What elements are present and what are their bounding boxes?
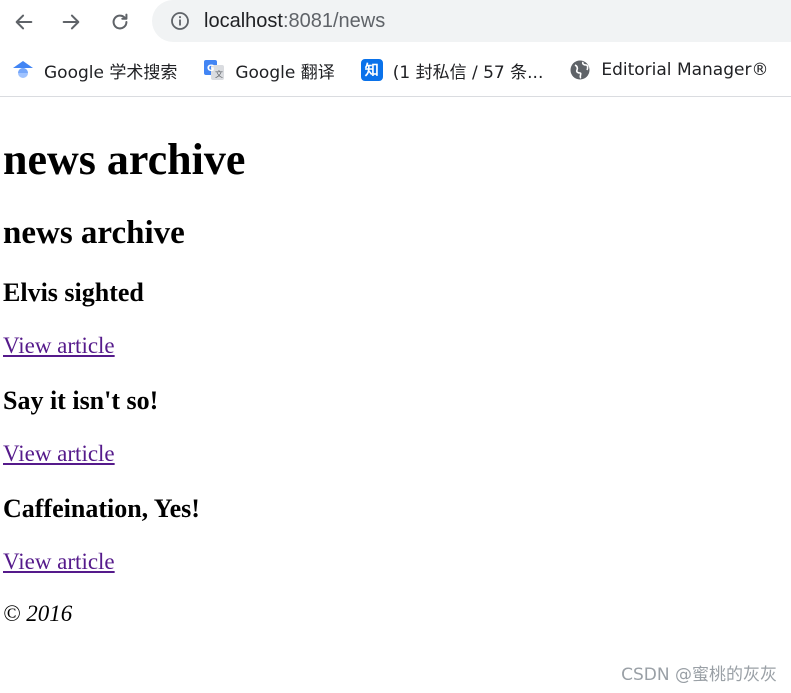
zhihu-badge: 知 — [360, 59, 383, 81]
url-host: localhost — [204, 9, 283, 32]
google-scholar-icon — [12, 59, 34, 81]
info-icon[interactable] — [170, 11, 190, 31]
url-path: :8081/news — [282, 9, 386, 32]
bookmark-google-scholar[interactable]: Google 学术搜索 — [12, 58, 177, 83]
bookmark-google-translate[interactable]: G 文 Google 翻译 — [203, 58, 335, 83]
google-translate-icon: G 文 — [203, 59, 225, 81]
view-article-link[interactable]: View article — [3, 547, 788, 577]
bookmark-zhihu[interactable]: 知 (1 封私信 / 57 条... — [360, 58, 544, 83]
arrow-left-icon — [15, 14, 33, 30]
svg-text:文: 文 — [215, 69, 223, 79]
bookmark-label: Google 学术搜索 — [44, 62, 178, 83]
arrow-right-icon — [62, 14, 80, 30]
browser-toolbar: localhost:8081/news — [0, 0, 791, 44]
page-content: news archive news archive Elvis sighted … — [0, 135, 791, 629]
watermark: CSDN @蜜桃的灰灰 — [621, 665, 777, 685]
back-button[interactable] — [10, 8, 38, 36]
bookmark-label: Editorial Manager® — [601, 60, 769, 80]
address-bar[interactable]: localhost:8081/news — [152, 0, 791, 42]
svg-text:G: G — [207, 64, 214, 74]
forward-button[interactable] — [57, 8, 85, 36]
bookmark-label: (1 封私信 / 57 条... — [392, 62, 544, 83]
article-title: Elvis sighted — [3, 278, 144, 307]
bookmark-label: Google 翻译 — [235, 62, 335, 83]
page-subtitle: news archive — [3, 215, 185, 251]
view-article-link[interactable]: View article — [3, 439, 788, 469]
article-title: Caffeination, Yes! — [3, 494, 200, 523]
reload-icon — [112, 13, 128, 30]
page-title: news archive — [3, 135, 246, 184]
article-title: Say it isn't so! — [3, 386, 159, 415]
bookmarks-bar: Google 学术搜索 G 文 Google 翻译 知 (1 封私信 / 57 … — [0, 44, 791, 97]
zhihu-icon: 知 — [360, 59, 383, 81]
bookmark-editorial-manager[interactable]: Editorial Manager® — [569, 59, 768, 81]
globe-icon — [569, 59, 591, 81]
url-text: localhost:8081/news — [204, 10, 385, 33]
reload-button[interactable] — [106, 8, 134, 36]
view-article-link[interactable]: View article — [3, 331, 788, 361]
copyright-footer: © 2016 — [3, 601, 73, 626]
